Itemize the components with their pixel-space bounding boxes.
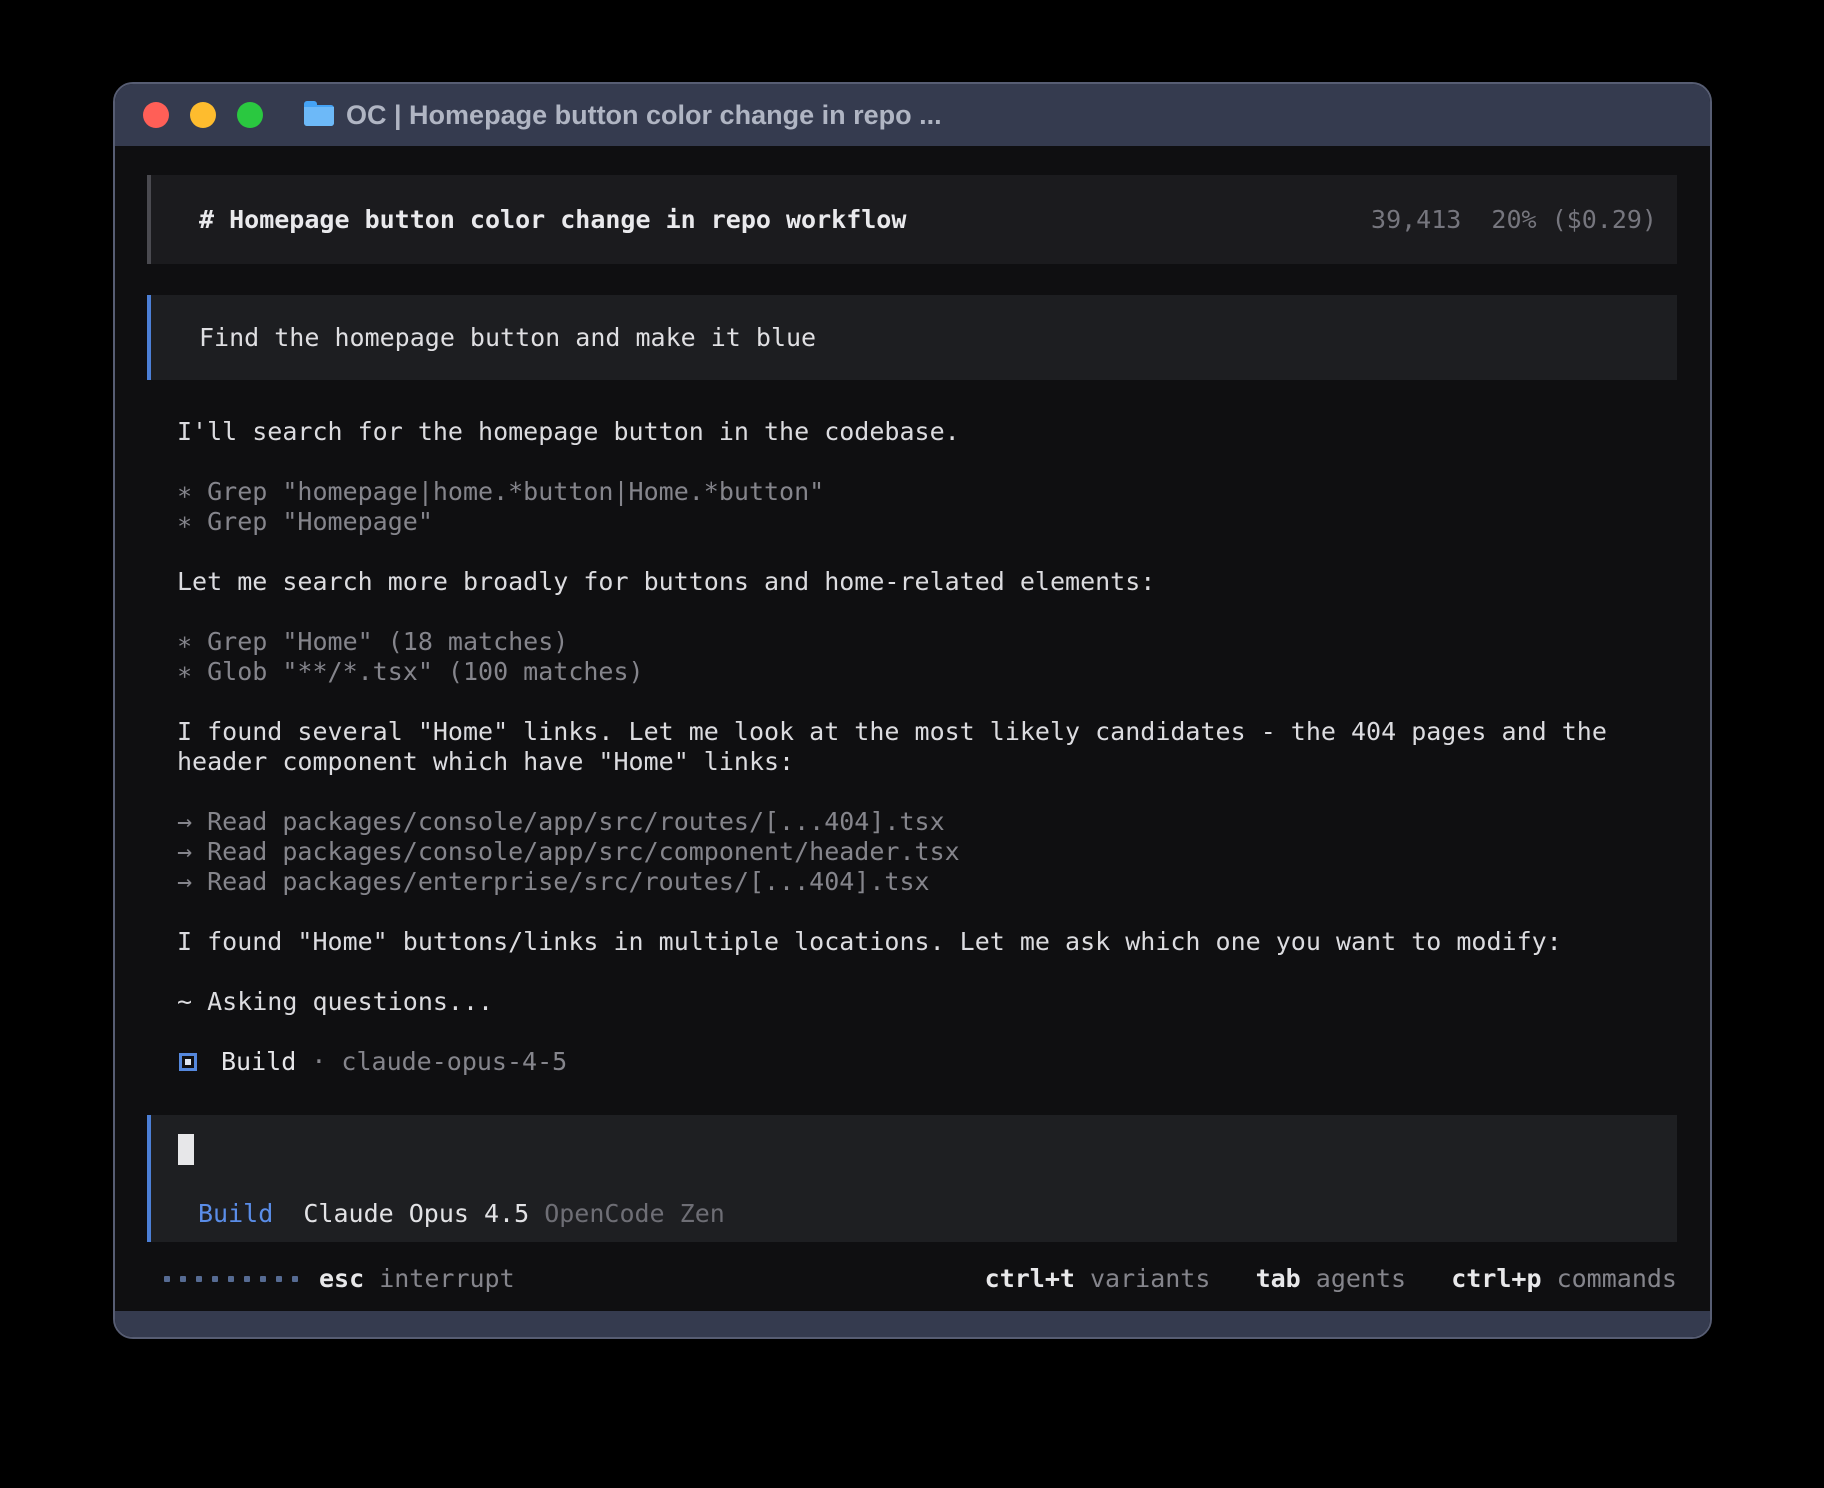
tool-call-glob: ∗ Glob "**/*.tsx" (100 matches) xyxy=(177,657,1677,687)
assistant-text-line: I found several "Home" links. Let me loo… xyxy=(177,717,1677,747)
hint-key: ctrl+p xyxy=(1451,1264,1541,1294)
traffic-lights xyxy=(143,102,263,128)
tool-call-grep: ∗ Grep "homepage|home.*button|Home.*butt… xyxy=(177,477,1677,507)
tool-call-grep: ∗ Grep "Home" (18 matches) xyxy=(177,627,1677,657)
esc-key: esc xyxy=(319,1264,364,1294)
assistant-text-line: I found "Home" buttons/links in multiple… xyxy=(177,927,1677,957)
user-message-text: Find the homepage button and make it blu… xyxy=(199,323,816,353)
spinner-dot xyxy=(212,1276,218,1282)
status-bar: esc interrupt ctrl+t variants tab agents… xyxy=(147,1264,1677,1294)
prompt-input[interactable]: Build Claude Opus 4.5 OpenCode Zen xyxy=(147,1115,1677,1242)
assistant-text-line: Let me search more broadly for buttons a… xyxy=(177,567,1677,597)
folder-icon xyxy=(304,105,334,126)
assistant-response: I'll search for the homepage button in t… xyxy=(177,417,1677,1077)
assistant-status-line: ~ Asking questions... xyxy=(177,987,1677,1017)
hint-key: ctrl+t xyxy=(985,1264,1075,1294)
assistant-text-line: I'll search for the homepage button in t… xyxy=(177,417,1677,447)
hint-key: tab xyxy=(1256,1264,1301,1294)
window-title: OC | Homepage button color change in rep… xyxy=(346,100,942,131)
minimize-button[interactable] xyxy=(190,102,216,128)
provider-label: OpenCode Zen xyxy=(544,1199,725,1229)
tool-call-read: → Read packages/console/app/src/routes/[… xyxy=(177,807,1677,837)
terminal-content: # Homepage button color change in repo w… xyxy=(115,175,1710,1294)
hint-agents: tab agents xyxy=(1256,1264,1407,1294)
build-agent-icon xyxy=(179,1053,197,1071)
token-count: 39,413 xyxy=(1371,205,1461,234)
user-message: Find the homepage button and make it blu… xyxy=(147,295,1677,380)
status-right: ctrl+t variants tab agents ctrl+p comman… xyxy=(985,1264,1677,1294)
hint-commands: ctrl+p commands xyxy=(1451,1264,1677,1294)
agent-name: Build xyxy=(221,1047,296,1077)
agent-separator: · xyxy=(311,1047,326,1077)
agent-status-row: Build · claude-opus-4-5 xyxy=(177,1047,1677,1077)
session-stats: 39,413 20% ($0.29) xyxy=(1251,175,1657,265)
assistant-text-line: header component which have "Home" links… xyxy=(177,747,1677,777)
hint-label: agents xyxy=(1316,1264,1406,1294)
tool-call-read: → Read packages/enterprise/src/routes/[.… xyxy=(177,867,1677,897)
spinner-dot xyxy=(244,1276,250,1282)
terminal-window: OC | Homepage button color change in rep… xyxy=(113,82,1712,1339)
hint-variants: ctrl+t variants xyxy=(985,1264,1211,1294)
tool-call-read: → Read packages/console/app/src/componen… xyxy=(177,837,1677,867)
spinner-dot xyxy=(196,1276,202,1282)
spinner-dot xyxy=(164,1276,170,1282)
spinner-dots xyxy=(164,1276,298,1282)
input-footer: Build Claude Opus 4.5 OpenCode Zen xyxy=(198,1199,725,1229)
agent-mode-label: Build xyxy=(198,1199,273,1229)
close-button[interactable] xyxy=(143,102,169,128)
spinner-dot xyxy=(228,1276,234,1282)
context-usage: 20% ($0.29) xyxy=(1491,205,1657,234)
text-cursor xyxy=(178,1134,194,1165)
esc-label: interrupt xyxy=(379,1264,514,1294)
window-bottom-strip xyxy=(115,1311,1710,1337)
hint-label: variants xyxy=(1090,1264,1210,1294)
spinner-dot xyxy=(292,1276,298,1282)
model-label: Claude Opus 4.5 xyxy=(303,1199,529,1229)
titlebar: OC | Homepage button color change in rep… xyxy=(115,84,1710,146)
hint-label: commands xyxy=(1557,1264,1677,1294)
session-header: # Homepage button color change in repo w… xyxy=(147,175,1677,264)
agent-model: claude-opus-4-5 xyxy=(341,1047,567,1077)
spinner-dot xyxy=(276,1276,282,1282)
tool-call-grep: ∗ Grep "Homepage" xyxy=(177,507,1677,537)
spinner-dot xyxy=(180,1276,186,1282)
spinner-dot xyxy=(260,1276,266,1282)
zoom-button[interactable] xyxy=(237,102,263,128)
status-left: esc interrupt xyxy=(164,1264,515,1294)
session-title: # Homepage button color change in repo w… xyxy=(199,205,906,235)
